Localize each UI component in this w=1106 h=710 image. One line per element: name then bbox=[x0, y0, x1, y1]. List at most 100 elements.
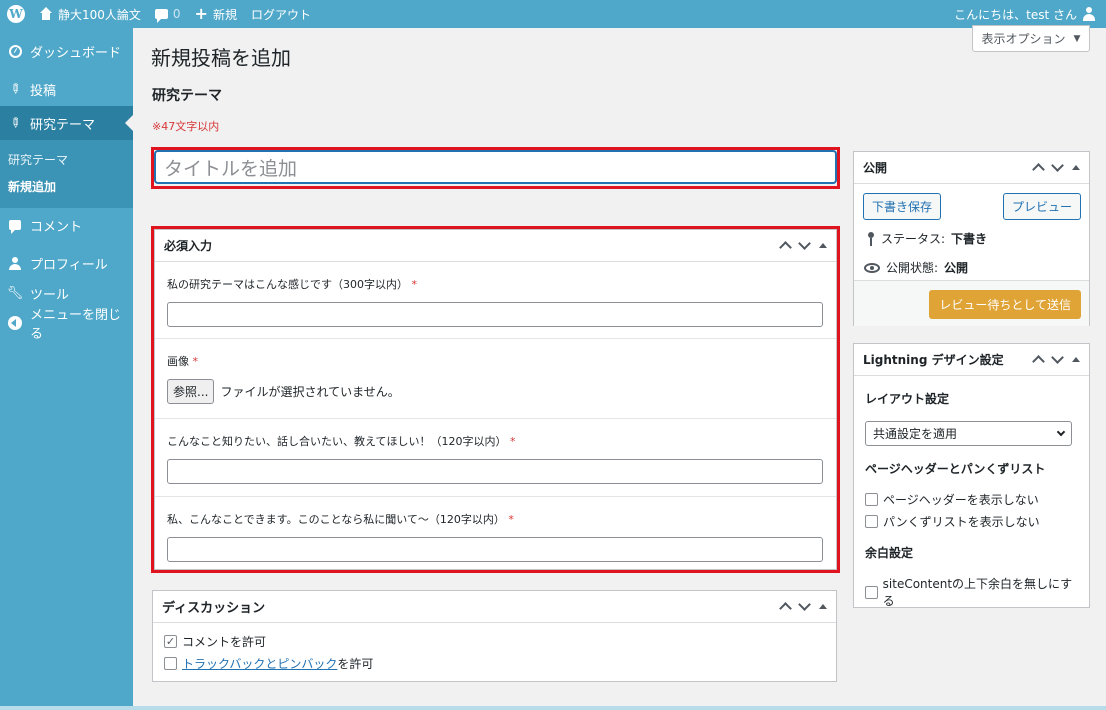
field-can-do: 私、こんなことできます。このことなら私に聞いて〜（120字以内） * bbox=[155, 497, 836, 569]
want-to-know-input[interactable] bbox=[167, 459, 823, 484]
postbox-header: ディスカッション bbox=[153, 591, 836, 623]
account-menu[interactable]: こんにちは、test さん bbox=[947, 0, 1106, 28]
collapse-toggle-icon[interactable] bbox=[1072, 165, 1080, 170]
pin-icon: ✎ bbox=[5, 79, 25, 99]
field-want-to-know: こんなこと知りたい、話し合いたい、教えてほしい！（120字以内） * bbox=[155, 419, 836, 497]
can-do-input[interactable] bbox=[167, 537, 823, 562]
field-label: 私、こんなことできます。このことなら私に聞いて〜（120字以内） bbox=[167, 513, 505, 526]
layout-heading: レイアウト設定 bbox=[865, 392, 950, 406]
submit-for-review-button[interactable]: レビュー待ちとして送信 bbox=[929, 290, 1081, 319]
logout-label: ログアウト bbox=[250, 7, 311, 22]
wrench-icon: 🔧︎ bbox=[6, 285, 24, 301]
screen-options-button[interactable]: 表示オプション ▼ bbox=[972, 25, 1090, 52]
collapse-icon bbox=[8, 316, 22, 330]
move-down-icon[interactable] bbox=[798, 237, 811, 250]
sidebar-item-research-theme[interactable]: ✎ 研究テーマ bbox=[0, 106, 133, 140]
site-name-link[interactable]: 静大100人論文 bbox=[32, 0, 148, 28]
required-mark: * bbox=[192, 355, 199, 368]
sidebar-item-label: 投稿 bbox=[30, 83, 57, 99]
preview-button[interactable]: プレビュー bbox=[1002, 193, 1081, 220]
required-fields-box: 必須入力 私の研究テーマはこんな感じです（300字以内） * 画像 * 参照..… bbox=[154, 229, 837, 570]
header-heading: ページヘッダーとパンくずリスト bbox=[865, 462, 1046, 476]
sidebar-item-collapse-menu[interactable]: メニューを閉じる bbox=[0, 306, 133, 342]
sidebar-item-label: ダッシュボード bbox=[30, 45, 122, 61]
trackback-link[interactable]: トラックバックとピンバック bbox=[182, 657, 337, 671]
sidebar-item-label: メニューを閉じる bbox=[30, 308, 122, 342]
move-up-icon[interactable] bbox=[1032, 355, 1045, 368]
postbox-title: ディスカッション bbox=[162, 601, 266, 616]
dashboard-icon bbox=[8, 44, 22, 58]
move-down-icon[interactable] bbox=[1051, 159, 1064, 172]
layout-select[interactable]: 共通設定を適用 bbox=[865, 421, 1072, 446]
trackback-checkbox[interactable] bbox=[164, 657, 177, 670]
allow-comments-checkbox[interactable]: ✓ bbox=[164, 635, 177, 648]
logout-link[interactable]: ログアウト bbox=[244, 0, 318, 28]
no-margin-label: siteContentの上下余白を無しにする bbox=[882, 577, 1073, 608]
title-input[interactable]: タイトルを追加 bbox=[155, 151, 836, 183]
section-title: 研究テーマ bbox=[152, 88, 222, 104]
required-mark: * bbox=[411, 278, 418, 291]
hide-header-label: ページヘッダーを表示しない bbox=[883, 493, 1039, 507]
file-status: ファイルが選択されていません。 bbox=[220, 385, 400, 399]
caret-down-icon: ▼ bbox=[1073, 33, 1081, 44]
page-title: 新規投稿を追加 bbox=[151, 46, 291, 70]
hide-header-row: ページヘッダーを表示しない bbox=[865, 491, 1078, 508]
sidebar-item-label: プロフィール bbox=[30, 257, 108, 273]
user-avatar-icon bbox=[1082, 7, 1096, 21]
status-row: ステータス: 下書き bbox=[867, 230, 987, 247]
save-draft-button[interactable]: 下書き保存 bbox=[863, 193, 942, 220]
collapse-toggle-icon[interactable] bbox=[1072, 357, 1080, 362]
required-mark: * bbox=[508, 513, 514, 526]
collapse-toggle-icon[interactable] bbox=[819, 604, 827, 609]
chevron-down-icon bbox=[1056, 427, 1066, 437]
wordpress-logo-button[interactable]: W bbox=[0, 0, 32, 28]
discussion-box: ディスカッション ✓ コメントを許可 トラックバックとピンバックを許可 bbox=[152, 590, 837, 682]
move-up-icon[interactable] bbox=[779, 241, 792, 254]
visibility-value: 公開 bbox=[944, 261, 969, 275]
wordpress-icon: W bbox=[7, 5, 25, 23]
field-label: 私の研究テーマはこんな感じです（300字以内） bbox=[167, 278, 408, 291]
comments-link[interactable]: 0 bbox=[148, 0, 188, 28]
pin-icon bbox=[867, 231, 875, 246]
hide-header-checkbox[interactable] bbox=[865, 493, 878, 506]
status-value: 下書き bbox=[951, 232, 988, 246]
visibility-row: 公開状態: 公開 bbox=[864, 259, 968, 276]
sidebar-item-comments[interactable]: コメント bbox=[0, 208, 133, 242]
trackback-row: トラックバックとピンバックを許可 bbox=[164, 655, 825, 672]
new-label: 新規 bbox=[212, 7, 237, 22]
submenu-item-add-new[interactable]: 新規追加 bbox=[0, 173, 133, 200]
field-label: 画像 bbox=[167, 355, 189, 368]
new-content-button[interactable]: + 新規 bbox=[188, 0, 244, 28]
no-margin-row: siteContentの上下余白を無しにする bbox=[865, 575, 1078, 609]
title-placeholder: タイトルを追加 bbox=[164, 157, 298, 180]
postbox-header: Lightning デザイン設定 bbox=[854, 344, 1089, 376]
user-icon bbox=[8, 256, 22, 270]
publish-box: 公開 下書き保存 プレビュー ステータス: 下書き 公開状態: 公開 レビュー待… bbox=[853, 151, 1090, 326]
hide-breadcrumb-label: パンくずリストを表示しない bbox=[883, 515, 1040, 529]
admin-bar: W 静大100人論文 0 + 新規 ログアウト こんにちは、test さん bbox=[0, 0, 1106, 28]
no-margin-checkbox[interactable] bbox=[865, 585, 878, 599]
postbox-header: 公開 bbox=[854, 152, 1089, 184]
research-theme-input[interactable] bbox=[167, 302, 823, 327]
submenu-item-research-theme[interactable]: 研究テーマ bbox=[0, 146, 133, 173]
move-up-icon[interactable] bbox=[1032, 163, 1045, 176]
sidebar-item-profile[interactable]: プロフィール bbox=[0, 246, 133, 280]
move-down-icon[interactable] bbox=[798, 598, 811, 611]
sidebar-item-dashboard[interactable]: ダッシュボード bbox=[0, 34, 133, 68]
screen-options-label: 表示オプション bbox=[981, 32, 1066, 46]
hide-breadcrumb-checkbox[interactable] bbox=[865, 515, 878, 528]
collapse-toggle-icon[interactable] bbox=[819, 243, 827, 248]
greeting: こんにちは、test さん bbox=[954, 7, 1077, 22]
sidebar-item-label: コメント bbox=[30, 219, 83, 235]
postbox-title: 必須入力 bbox=[164, 239, 213, 253]
postbox-title: 公開 bbox=[863, 161, 888, 175]
site-name: 静大100人論文 bbox=[58, 7, 141, 22]
move-down-icon[interactable] bbox=[1051, 351, 1064, 364]
browse-file-button[interactable]: 参照... bbox=[167, 379, 215, 404]
sidebar-item-label: 研究テーマ bbox=[30, 117, 96, 133]
title-length-notice: ※47文字以内 bbox=[152, 120, 220, 133]
comments-count: 0 bbox=[172, 7, 181, 21]
move-up-icon[interactable] bbox=[779, 602, 792, 615]
sidebar-item-posts[interactable]: ✎ 投稿 bbox=[0, 72, 133, 106]
status-label: ステータス: bbox=[881, 232, 946, 246]
